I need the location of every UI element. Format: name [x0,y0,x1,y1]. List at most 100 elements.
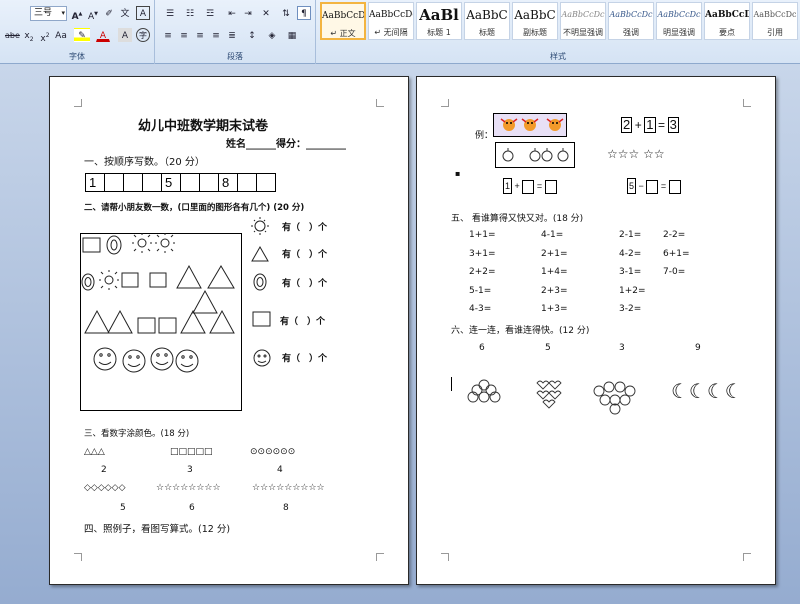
style-sample: AaBl [419,6,459,24]
char-border-button[interactable]: A [136,6,150,20]
highlight-button[interactable]: ✎ [74,28,90,42]
example-equation: 2 + 1 = 3 [621,117,679,133]
justify-button[interactable]: ≡ [209,28,223,42]
connect-number: 6 [479,343,485,353]
styles-group-label: 样式 [550,52,566,61]
sequence-cell[interactable] [237,173,257,192]
style-sample: AaBbCcDc [753,10,797,19]
color-number: 2 [101,465,107,475]
style-sample: AaBbCcDc [609,10,653,19]
blank-box[interactable] [522,179,535,194]
style-tile[interactable]: AaBbCcDc ↵ 无间隔 [368,2,414,40]
distribute-button[interactable]: ≣ [225,28,239,42]
style-tile[interactable]: AaBbCcDc 明显强调 [656,2,702,40]
style-name: ↵ 无间隔 [374,28,408,37]
chevron-down-icon[interactable]: ▾ [61,7,65,20]
sequence-cell[interactable] [180,173,200,192]
clear-format-button[interactable]: ✐ [102,6,116,20]
equals-sign: = [660,181,667,191]
phonetic-guide-button[interactable]: 文 [118,6,132,20]
crop-mark [441,99,449,107]
style-sample: AaBbC [514,8,556,22]
style-tile[interactable]: AaBl 标题 1 [416,2,462,40]
enclose-char-button[interactable]: 字 [136,28,150,42]
arithmetic-item: 1+3= [541,304,568,314]
question-2: 二、请帮小朋友数一数，(口里面的图形各有几个) (20 分) [84,203,305,213]
legend-shapes [251,217,271,367]
borders-button[interactable]: ▦ [283,28,301,42]
sequence-cell[interactable] [104,173,124,192]
color-glyphs: △△△ [84,447,105,457]
char-shading-button[interactable]: A [118,28,132,42]
align-center-button[interactable]: ≡ [177,28,191,42]
number-box: 1 [644,117,656,133]
increase-indent-button[interactable]: ⇥ [241,6,255,20]
style-name: 副标题 [523,28,547,37]
style-name: 标题 1 [427,28,451,37]
font-group: 三号 ▾ A▲ A▼ ✐ 文 A abe x2 x2 Aa ✎ A A 字 字体 [0,0,155,64]
style-tile[interactable]: AaBbCcDc 强调 [608,2,654,40]
arithmetic-item: 1+1= [469,230,496,240]
blank-box[interactable] [668,179,681,194]
arithmetic-item: 2+3= [541,285,568,296]
equals-sign: = [536,181,543,191]
multilevel-list-button[interactable]: ☲ [201,6,219,20]
show-marks-button[interactable]: ¶ [297,6,311,20]
bullets-button[interactable]: ☰ [161,6,179,20]
align-left-button[interactable]: ≡ [161,28,175,42]
color-glyphs: ⊙⊙⊙⊙⊙⊙ [250,447,296,457]
arithmetic-item: 7-0= [663,267,686,277]
arithmetic-item: 3-2= [619,304,642,314]
line-spacing-button[interactable]: ↕ [243,28,261,42]
sequence-cell[interactable] [199,173,219,192]
change-case-button[interactable]: Aa [54,28,68,42]
decrease-indent-button[interactable]: ⇤ [225,6,239,20]
font-color-button[interactable]: A [96,28,110,42]
question-5: 五、 看谁算得又快又对。(18 分) [451,214,584,224]
arithmetic-item: 2+2= [469,267,496,277]
sort-button[interactable]: ⇅ [279,6,293,20]
numbering-button[interactable]: ☷ [181,6,199,20]
subscript-button[interactable]: x2 [22,28,36,43]
shading-button[interactable]: ◈ [263,28,281,42]
style-name: 不明显强调 [563,28,603,37]
strikethrough-button[interactable]: abe [4,28,20,42]
page-1[interactable]: 幼儿中班数学期末试卷 姓名______得分：________ 一、按顺序写数。（… [49,76,409,585]
style-tile[interactable]: AaBbC 标题 [464,2,510,40]
color-number: 8 [283,503,289,513]
style-tile[interactable]: AaBbCcDc 引用 [752,2,798,40]
style-name: 标题 [479,28,495,37]
sequence-cell[interactable] [123,173,143,192]
page-2[interactable]: 例： 2 + 1 = 3 ☆☆☆ ☆☆ ▪ 1 + = 5 − = 五、 看谁算… [416,76,776,585]
style-tile[interactable]: AaBbCcD 要点 [704,2,750,40]
style-tile[interactable]: AaBbC 副标题 [512,2,558,40]
blank-box[interactable] [646,179,659,194]
color-glyphs: ◇◇◇◇◇◇ [84,483,126,493]
crop-mark [376,553,384,561]
align-right-button[interactable]: ≡ [193,28,207,42]
sequence-cell[interactable] [256,173,276,192]
style-tile[interactable]: AaBbCcDc ↵ 正文 [320,2,366,40]
question-3: 三、看数字涂颜色。(18 分) [84,429,190,439]
shapes-drawing [81,233,235,373]
font-size-combo[interactable]: 三号 ▾ [30,6,67,21]
smiley-faces [93,347,199,373]
page-title: 幼儿中班数学期末试卷 [138,119,269,134]
arithmetic-item: 4-2= [619,248,642,259]
sequence-cell[interactable]: 1 [85,173,105,192]
crop-mark [441,553,449,561]
name-score-line: 姓名______得分：________ [226,139,346,150]
blank-box[interactable] [544,179,557,194]
superscript-button[interactable]: x2 [38,28,52,44]
grow-font-button[interactable]: A▲ [70,6,84,22]
chinese-layout-button[interactable]: ✕ [257,6,275,20]
arithmetic-item: 5-1= [469,285,492,296]
sequence-cell[interactable] [142,173,162,192]
example-label: 例： [475,131,494,141]
sequence-cell[interactable]: 8 [218,173,238,192]
sequence-cell[interactable]: 5 [161,173,181,192]
shrink-font-button[interactable]: A▼ [86,6,100,22]
color-number: 4 [277,465,283,475]
crop-mark [743,553,751,561]
style-tile[interactable]: AaBbCcDc 不明显强调 [560,2,606,40]
